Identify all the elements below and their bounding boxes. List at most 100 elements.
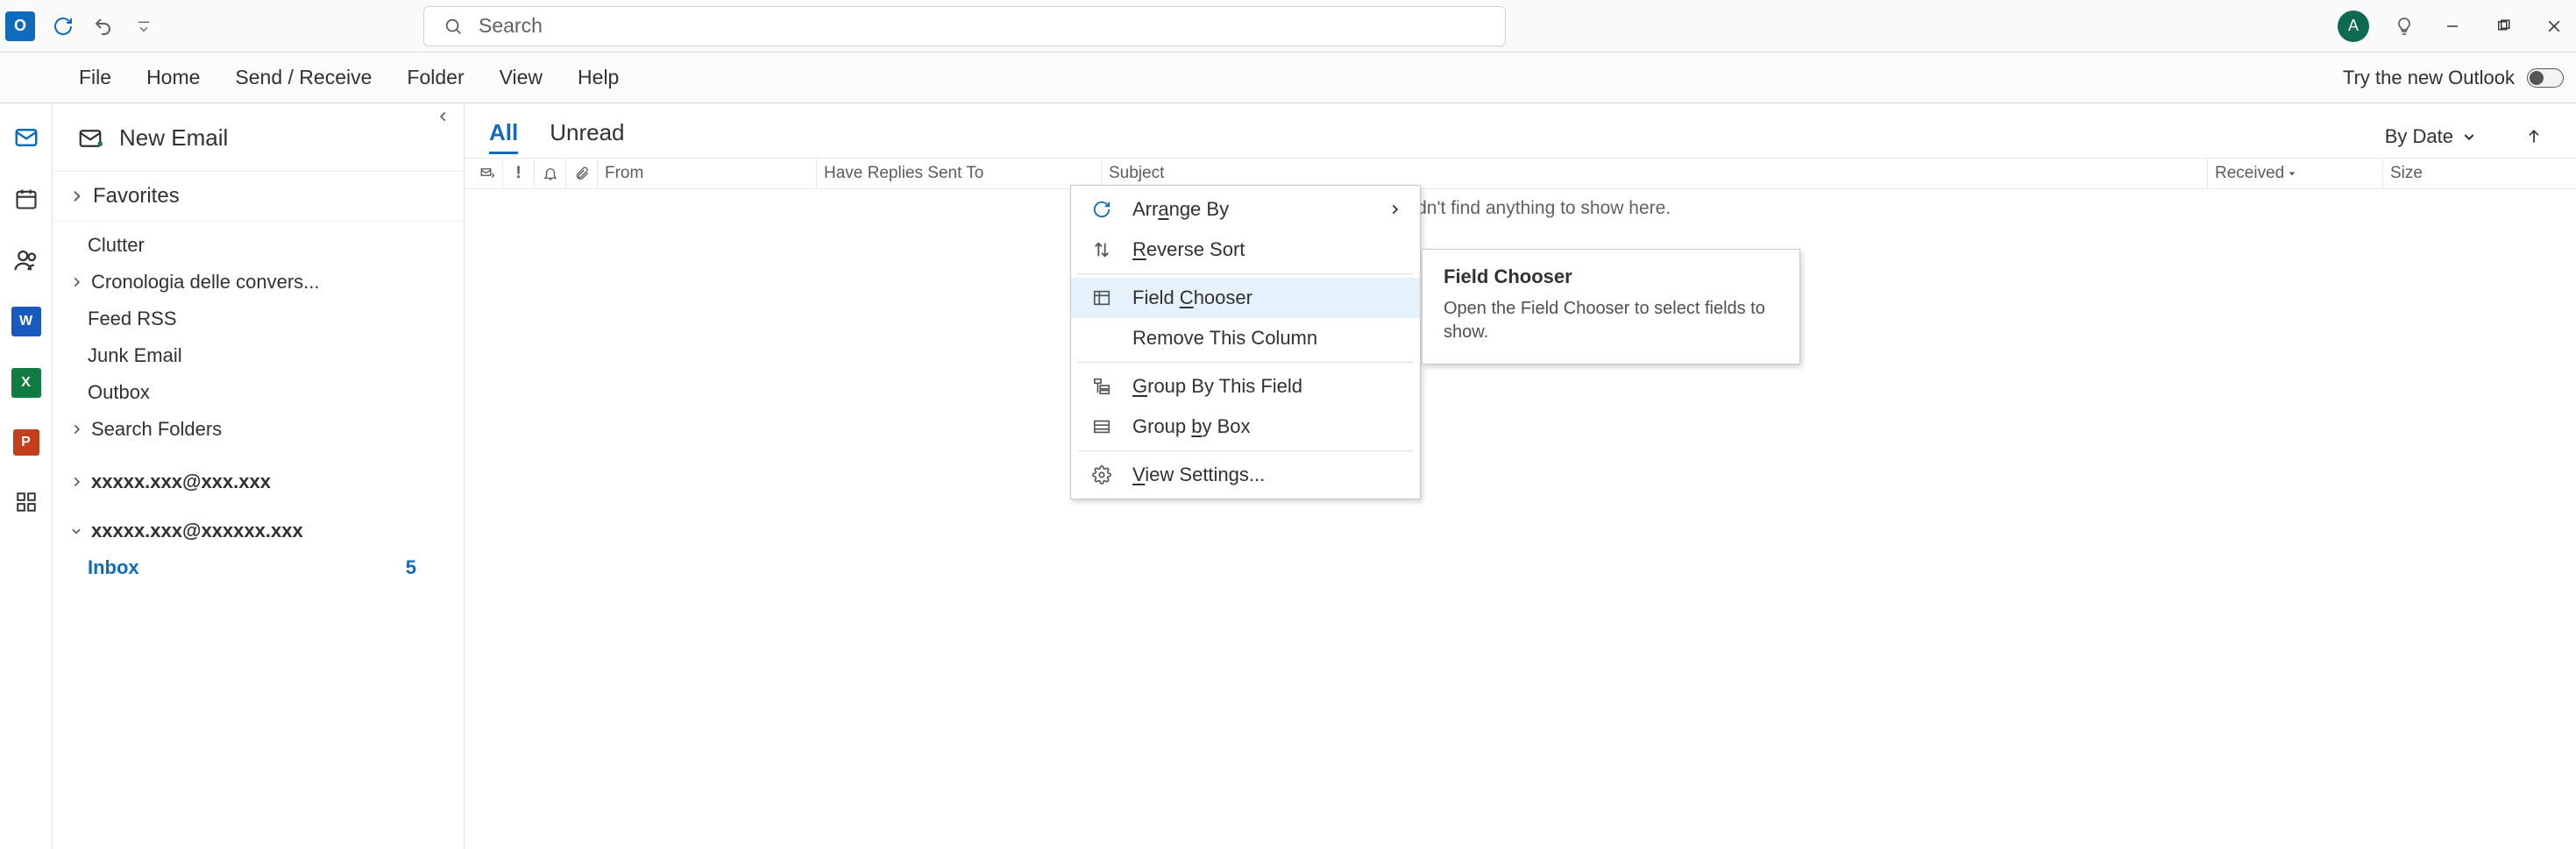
folder-label: Junk Email	[88, 344, 182, 367]
sort-direction[interactable]	[2525, 128, 2543, 145]
col-sent-icon[interactable]	[472, 159, 503, 188]
avatar[interactable]: A	[2338, 11, 2369, 42]
try-new-toggle[interactable]	[2527, 68, 2564, 88]
search-input[interactable]: Search	[423, 6, 1506, 46]
menu-folder[interactable]: Folder	[407, 66, 464, 89]
menu-view[interactable]: View	[500, 66, 543, 89]
try-new-outlook[interactable]: Try the new Outlook	[2343, 67, 2576, 89]
folder-junk-email[interactable]: Junk Email	[53, 337, 464, 374]
chevron-right-icon	[70, 476, 82, 488]
rail-excel-icon[interactable]: X	[11, 368, 41, 398]
column-header-context-menu: Arrange By Reverse Sort Field Chooser Re…	[1070, 185, 1421, 499]
title-right-cluster: A	[2338, 11, 2576, 42]
col-size-label: Size	[2390, 164, 2423, 183]
col-attachment-icon[interactable]	[566, 159, 598, 188]
ctx-reverse-sort[interactable]: Reverse Sort	[1071, 230, 1420, 270]
group-by-box-icon	[1090, 417, 1113, 436]
quick-access-toolbar: O	[0, 11, 156, 41]
menu-sendrecv[interactable]: Send / Receive	[235, 66, 372, 89]
folder-label: Cronologia delle convers...	[91, 271, 319, 294]
ctx-field-chooser[interactable]: Field Chooser	[1071, 278, 1420, 318]
chevron-right-icon	[1388, 198, 1401, 221]
menu-help[interactable]: Help	[578, 66, 619, 89]
search-placeholder: Search	[479, 14, 543, 38]
col-from[interactable]: From	[598, 159, 817, 188]
inbox-unread-count: 5	[406, 556, 439, 579]
folder-search-folders[interactable]: Search Folders	[53, 411, 464, 448]
close-button[interactable]	[2541, 13, 2567, 39]
rail-mail-icon[interactable]	[11, 123, 41, 152]
ctx-label: View Settings...	[1132, 463, 1265, 486]
col-subject[interactable]: Subject	[1102, 159, 2208, 188]
search-container: Search	[423, 6, 1506, 46]
col-replies[interactable]: Have Replies Sent To	[817, 159, 1102, 188]
col-received[interactable]: Received	[2208, 159, 2383, 188]
tab-unread[interactable]: Unread	[550, 119, 624, 154]
maximize-button[interactable]	[2490, 13, 2516, 39]
undo-icon[interactable]	[91, 14, 116, 39]
ctx-group-by-box[interactable]: Group by Box	[1071, 407, 1420, 447]
ctx-arrange-by[interactable]: Arrange By	[1071, 189, 1420, 230]
account-1-header[interactable]: xxxxx.xxx@xxx.xxx	[53, 463, 464, 500]
col-received-label: Received	[2215, 164, 2284, 183]
folder-label: Feed RSS	[88, 308, 177, 330]
arrange-icon	[1090, 200, 1113, 219]
chevron-right-icon	[70, 423, 82, 435]
ctx-label: Group By This Field	[1132, 375, 1302, 398]
col-replies-label: Have Replies Sent To	[824, 164, 983, 183]
sort-desc-caret-icon	[2288, 169, 2296, 178]
account-label: xxxxx.xxx@xxx.xxx	[91, 470, 271, 493]
folder-conversation-history[interactable]: Cronologia delle convers...	[53, 264, 464, 301]
menu-file[interactable]: File	[79, 66, 111, 89]
ctx-label: Arrange By	[1132, 198, 1229, 221]
account-label: xxxxx.xxx@xxxxxx.xxx	[91, 520, 303, 542]
rail-people-icon[interactable]	[11, 245, 41, 275]
ctx-separator	[1078, 450, 1413, 451]
try-new-label: Try the new Outlook	[2343, 67, 2515, 89]
folder-pane: New Email Favorites Clutter Cronologia d…	[53, 103, 465, 849]
ctx-separator	[1078, 362, 1413, 363]
minimize-button[interactable]	[2439, 13, 2466, 39]
col-size[interactable]: Size	[2383, 159, 2576, 188]
ctx-label: Field Chooser	[1132, 287, 1253, 309]
exclamation-icon: !	[515, 164, 521, 183]
sort-by-date[interactable]: By Date	[2385, 125, 2476, 148]
col-from-label: From	[605, 164, 643, 183]
col-importance-icon[interactable]: !	[503, 159, 535, 188]
folder-outbox[interactable]: Outbox	[53, 374, 464, 411]
ctx-group-by-field[interactable]: Group By This Field	[1071, 366, 1420, 407]
account-2-header[interactable]: xxxxx.xxx@xxxxxx.xxx	[53, 513, 464, 549]
empty-message: We didn't find anything to show here.	[465, 189, 2576, 219]
menu-home[interactable]: Home	[146, 66, 200, 89]
ctx-view-settings[interactable]: View Settings...	[1071, 455, 1420, 495]
field-chooser-icon	[1090, 288, 1113, 308]
rail-more-apps-icon[interactable]	[11, 487, 41, 517]
favorites-header[interactable]: Favorites	[53, 171, 464, 221]
folder-clutter[interactable]: Clutter	[53, 227, 464, 264]
folder-label: Outbox	[88, 381, 150, 404]
sync-icon[interactable]	[51, 14, 75, 39]
rail-calendar-icon[interactable]	[11, 184, 41, 214]
menu-bar: File Home Send / Receive Folder View Hel…	[0, 53, 2576, 103]
arrow-up-icon	[2525, 128, 2543, 145]
rail-word-icon[interactable]: W	[11, 307, 41, 336]
rail-powerpoint-icon[interactable]: P	[13, 429, 39, 456]
col-reminder-icon[interactable]	[535, 159, 566, 188]
chevron-down-icon	[70, 525, 82, 537]
gear-icon	[1090, 465, 1113, 485]
collapse-folder-pane-icon[interactable]	[437, 110, 450, 127]
folder-feed-rss[interactable]: Feed RSS	[53, 301, 464, 337]
chevron-right-icon	[68, 189, 84, 203]
new-email-button[interactable]: New Email	[53, 112, 464, 171]
column-headers: ! From Have Replies Sent To Subject Rece…	[465, 158, 2576, 189]
outlook-app-letter: O	[14, 17, 26, 35]
ctx-remove-column[interactable]: Remove This Column	[1071, 318, 1420, 358]
new-email-label: New Email	[119, 124, 228, 152]
lightbulb-icon[interactable]	[2394, 16, 2415, 37]
folder-inbox[interactable]: Inbox 5	[53, 549, 464, 586]
tooltip-body: Open the Field Chooser to select fields …	[1444, 297, 1778, 344]
customize-qat-icon[interactable]	[131, 14, 156, 39]
title-bar: O Search A	[0, 0, 2576, 53]
tab-all[interactable]: All	[489, 119, 518, 154]
ctx-separator	[1078, 273, 1413, 274]
